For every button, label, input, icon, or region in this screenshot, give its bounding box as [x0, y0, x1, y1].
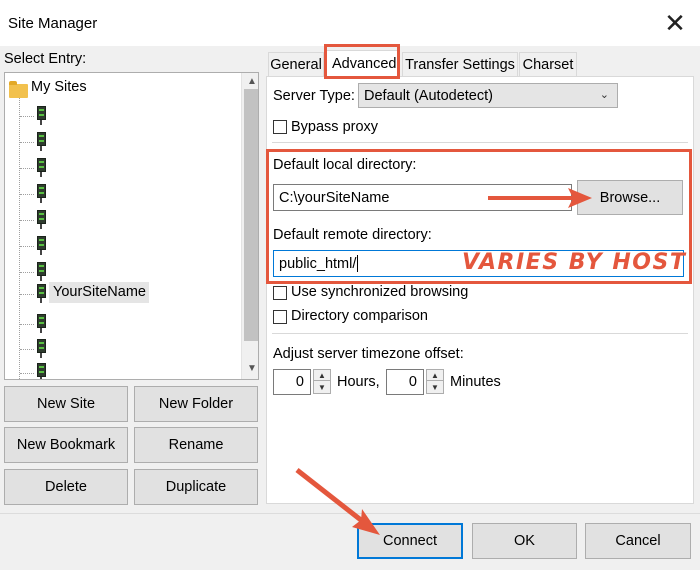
annotation-arrows [295, 188, 592, 535]
annotation-arrow-connect [295, 468, 368, 526]
annotation-arrowhead [352, 509, 380, 535]
